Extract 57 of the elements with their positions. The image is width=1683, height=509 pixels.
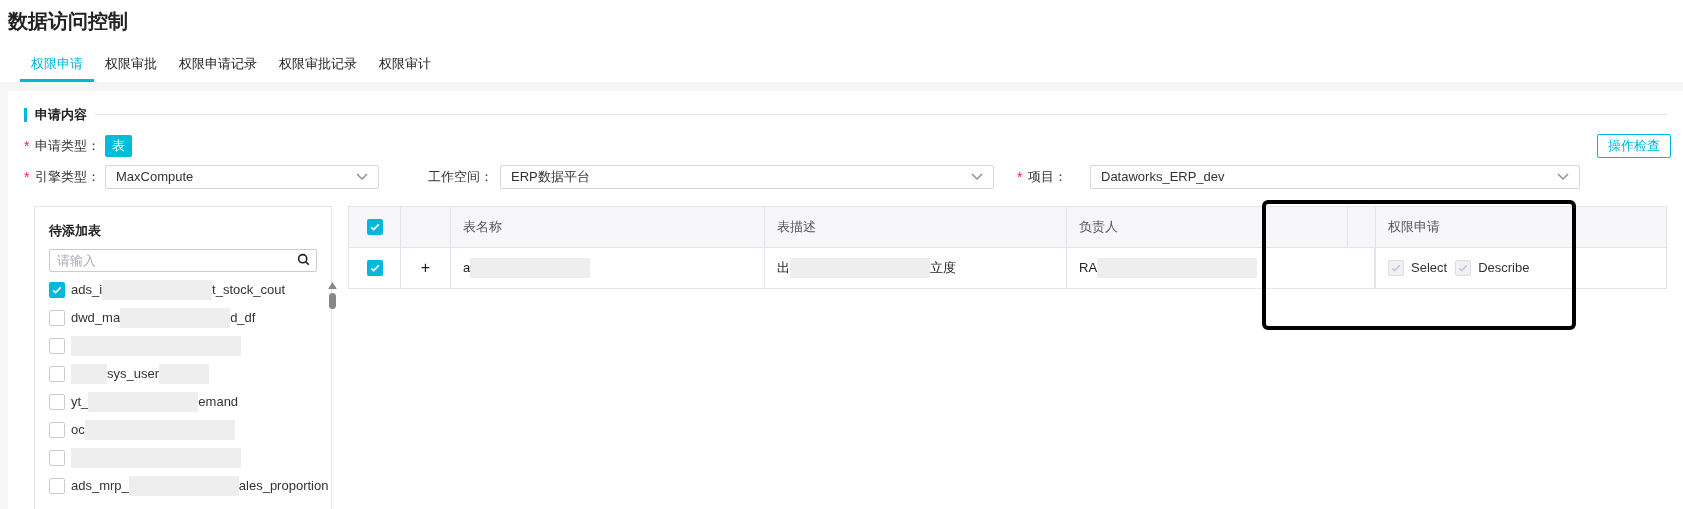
chevron-down-icon	[356, 172, 368, 181]
required-mark: *	[24, 138, 30, 153]
permission-label: Select	[1411, 258, 1448, 277]
chevron-down-icon	[971, 172, 983, 181]
expand-toggle[interactable]: +	[420, 255, 431, 280]
table-name-fragment: dwd_ma	[71, 309, 121, 328]
table-name-fragment: oc	[71, 421, 85, 440]
column-header: 负责人	[1078, 217, 1118, 236]
tab[interactable]: 权限申请记录	[168, 54, 268, 82]
check-icon	[51, 284, 63, 296]
section-title: 申请内容	[35, 105, 87, 124]
tab[interactable]: 权限审计	[368, 54, 442, 82]
checkbox[interactable]	[49, 338, 65, 354]
table-cell-text: a	[463, 258, 471, 277]
checkbox[interactable]	[49, 366, 65, 382]
required-mark: *	[1017, 169, 1023, 184]
table-name-fragment: ads_i	[71, 281, 103, 300]
table-cell-text: RA	[1079, 258, 1098, 277]
search-icon	[297, 253, 310, 266]
required-mark: *	[24, 169, 30, 184]
field-label: 引擎类型：	[35, 167, 101, 186]
select-field[interactable]: MaxCompute	[105, 164, 379, 189]
field-label: 项目：	[1028, 167, 1068, 186]
scrollbar-thumb[interactable]	[329, 293, 337, 309]
checkbox[interactable]	[49, 478, 65, 494]
select-field[interactable]: ERP数据平台	[500, 164, 994, 189]
section-marker	[24, 107, 27, 122]
checkbox[interactable]	[49, 422, 65, 438]
select-field[interactable]: Dataworks_ERP_dev	[1090, 164, 1580, 189]
checkbox[interactable]	[49, 450, 65, 466]
column-header: 表名称	[462, 217, 502, 236]
page-title: 数据访问控制	[8, 9, 129, 34]
table-name-fragment: yt_	[71, 393, 89, 412]
column-header: 权限申请	[1387, 217, 1440, 236]
table-name-fragment: t_stock_cout	[212, 281, 286, 300]
checkbox[interactable]	[366, 218, 383, 235]
panel-title: 待添加表	[49, 221, 102, 240]
scroll-up-icon[interactable]	[328, 282, 338, 289]
tab[interactable]: 权限审批	[94, 54, 168, 82]
table-name-fragment: ales_proportion	[238, 477, 329, 496]
table-name-fragment: ads_mrp_	[71, 477, 129, 496]
search-field[interactable]: 请输入	[49, 249, 317, 272]
table-name-fragment: d_df	[230, 309, 256, 328]
table-cell-text: 出	[777, 258, 790, 277]
table-name-fragment: sys_user	[107, 365, 160, 384]
column-header: 表描述	[776, 217, 816, 236]
table-name-fragment: emand	[198, 393, 239, 412]
checkbox[interactable]	[49, 310, 65, 326]
field-label: 工作空间：	[428, 167, 493, 186]
chevron-down-icon	[1557, 172, 1569, 181]
table-cell-text: 立度	[930, 258, 956, 277]
permission-label: Describe	[1478, 258, 1530, 277]
tab[interactable]: 权限审批记录	[268, 54, 368, 82]
field-label: 申请类型：	[35, 136, 101, 155]
checkbox[interactable]	[366, 259, 383, 276]
checkbox[interactable]	[49, 282, 65, 298]
checkbox[interactable]	[49, 394, 65, 410]
